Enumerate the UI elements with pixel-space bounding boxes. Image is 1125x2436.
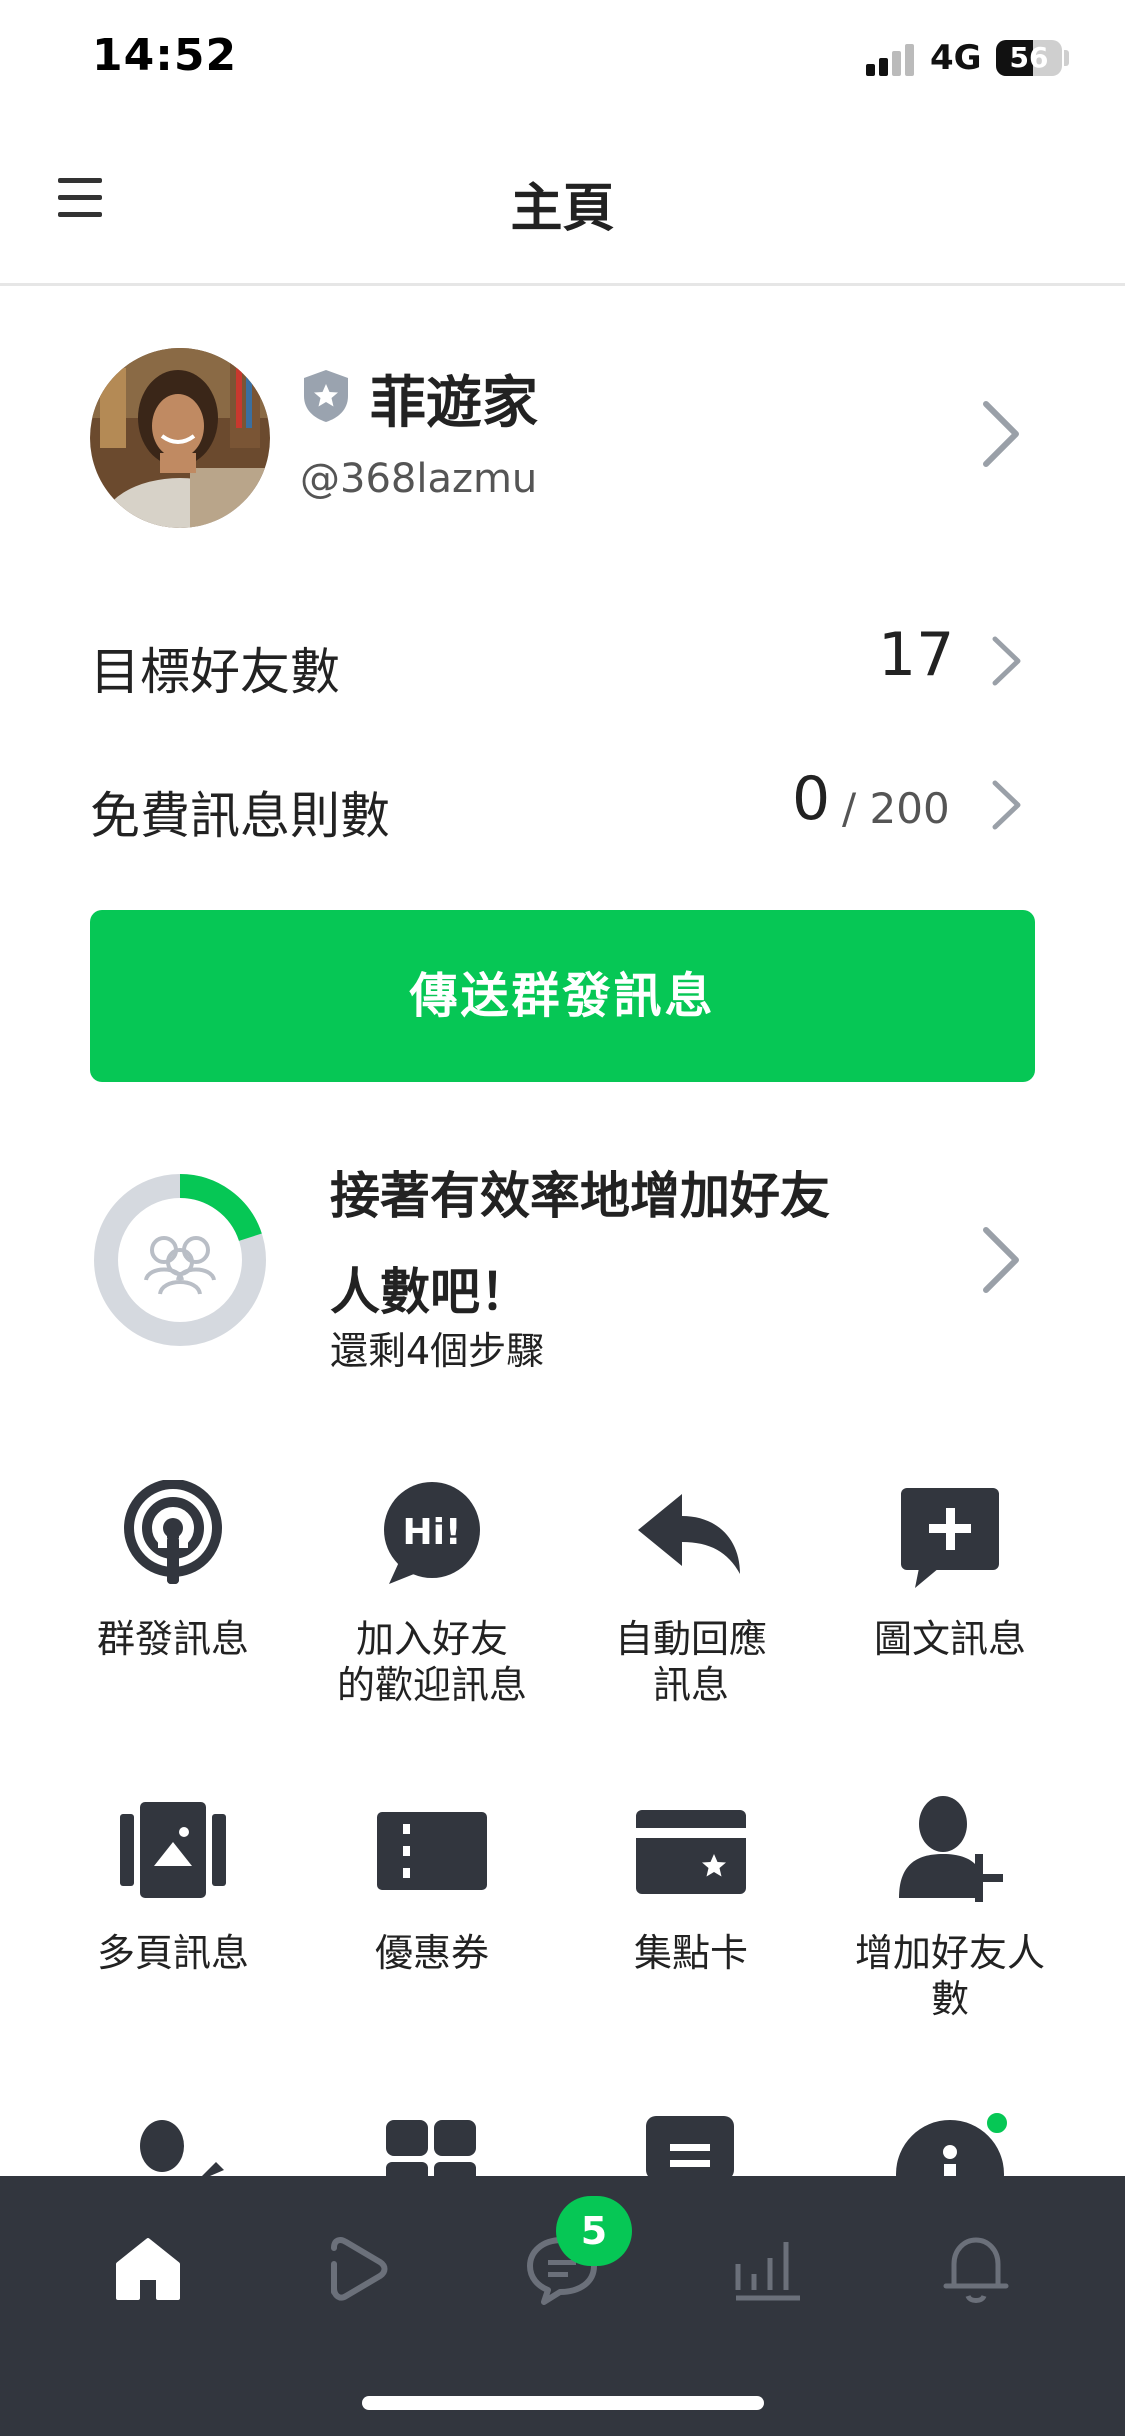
feature-label: 自動回應 訊息 <box>561 1616 821 1708</box>
target-friends-value: 17 <box>878 620 955 690</box>
feature-label-line1: 加入好友 <box>355 1617 508 1661</box>
notifications-icon[interactable] <box>936 2228 1016 2308</box>
feature-label: 優惠券 <box>302 1930 562 1976</box>
feature-label-line1: 優惠券 <box>374 1931 489 1975</box>
verified-shield-icon <box>304 370 348 422</box>
new-indicator-dot <box>984 2110 1010 2136</box>
battery-cap <box>1064 50 1069 66</box>
battery-level: 56 <box>1009 41 1049 74</box>
add-friend-icon <box>899 1796 1003 1902</box>
chat-unread-badge: 5 <box>556 2196 632 2266</box>
account-name: 菲遊家 <box>370 371 538 436</box>
free-messages-used: 0 <box>792 764 831 834</box>
friends-group-icon <box>144 1236 216 1295</box>
feature-label: 集點卡 <box>561 1930 821 1976</box>
chevron-right-icon <box>992 636 1021 686</box>
reply-arrow-icon <box>638 1494 740 1574</box>
broadcast-icon <box>124 1480 222 1584</box>
chevron-right-icon <box>992 780 1021 830</box>
grid-tiles-icon[interactable] <box>372 2120 492 2180</box>
feature-label-line1: 多頁訊息 <box>96 1931 249 1975</box>
growth-title: 接著有效率地增加好友 人數吧！ <box>330 1148 930 1340</box>
rich-message-icon <box>901 1488 999 1588</box>
remaining-steps: 還剩4個步驟 <box>330 1329 545 1373</box>
network-type: 4G <box>930 38 982 78</box>
feature-label: 群發訊息 <box>43 1616 303 1662</box>
feature-welcome-message[interactable]: Hi! 加入好友 的歡迎訊息 <box>302 1480 562 1740</box>
feature-auto-reply[interactable]: 自動回應 訊息 <box>561 1480 821 1740</box>
feature-add-friends[interactable]: 增加好友人 數 <box>820 1794 1080 2054</box>
feature-label: 增加好友人 數 <box>820 1930 1080 2022</box>
feature-point-card[interactable]: 集點卡 <box>561 1794 821 2054</box>
home-indicator <box>362 2396 764 2410</box>
status-bar: 14:52 4G 56 <box>0 0 1125 126</box>
feature-label: 圖文訊息 <box>820 1616 1080 1662</box>
account-id: @368lazmu <box>300 456 538 502</box>
feature-label-line2: 訊息 <box>652 1663 729 1707</box>
home-icon[interactable] <box>108 2228 188 2308</box>
coupon-icon <box>377 1812 487 1890</box>
feature-label-line1: 自動回應 <box>614 1617 767 1661</box>
growth-progress-ring <box>94 1174 266 1346</box>
svg-text:Hi!: Hi! <box>403 1512 462 1553</box>
person-edit-icon[interactable] <box>118 2116 238 2176</box>
avatar[interactable] <box>90 348 270 528</box>
feature-label-line2: 的歡迎訊息 <box>336 1663 527 1707</box>
voom-icon[interactable] <box>316 2228 396 2308</box>
battery-icon: 56 <box>996 40 1062 76</box>
feature-broadcast[interactable]: 群發訊息 <box>43 1480 303 1740</box>
feature-card-message[interactable]: 多頁訊息 <box>43 1794 303 2054</box>
feature-label-line1: 增加好友人 <box>854 1931 1045 1975</box>
growth-title-line1: 接著有效率地增加好友 <box>330 1167 830 1225</box>
target-friends-label: 目標好友數 <box>90 643 340 701</box>
avatar-photo <box>90 348 270 528</box>
feature-label-line1: 集點卡 <box>633 1931 748 1975</box>
growth-chevron-right-icon <box>983 1227 1019 1293</box>
feature-label-line1: 圖文訊息 <box>873 1617 1026 1661</box>
top-header: 主頁 <box>0 126 1125 286</box>
feature-label-line1: 群發訊息 <box>96 1617 249 1661</box>
home-screen: 14:52 4G 56 主頁 菲遊家 @368lazmu 目標好友數 17 免費… <box>0 0 1125 2436</box>
signal-strength-icon <box>866 44 918 76</box>
feature-label: 多頁訊息 <box>43 1930 303 1976</box>
send-broadcast-button[interactable]: 傳送群發訊息 <box>90 910 1035 1082</box>
feature-label-line2: 數 <box>930 1977 969 2021</box>
status-time: 14:52 <box>92 30 238 81</box>
free-messages-label: 免費訊息則數 <box>90 787 390 845</box>
feature-rich-message[interactable]: 圖文訊息 <box>820 1480 1080 1740</box>
insights-icon[interactable] <box>728 2228 808 2308</box>
feature-label: 加入好友 的歡迎訊息 <box>302 1616 562 1708</box>
page-title: 主頁 <box>510 179 615 239</box>
profile-chevron-right-icon <box>983 401 1019 467</box>
hi-bubble-icon: Hi! <box>384 1482 480 1584</box>
free-messages-total: / 200 <box>842 784 950 833</box>
point-card-icon <box>636 1810 746 1894</box>
feature-coupon[interactable]: 優惠券 <box>302 1794 562 2054</box>
card-pages-icon <box>120 1802 226 1898</box>
document-icon[interactable] <box>630 2116 750 2176</box>
